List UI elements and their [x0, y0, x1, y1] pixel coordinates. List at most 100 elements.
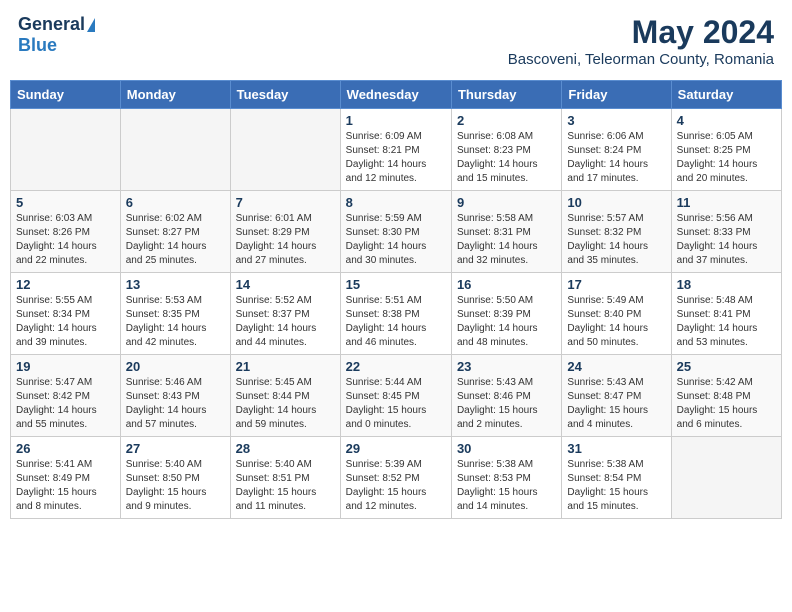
day-number: 22: [346, 359, 446, 374]
logo-triangle-icon: [87, 18, 95, 32]
calendar-cell: 15Sunrise: 5:51 AM Sunset: 8:38 PM Dayli…: [340, 273, 451, 355]
day-number: 26: [16, 441, 115, 456]
calendar-week-row: 26Sunrise: 5:41 AM Sunset: 8:49 PM Dayli…: [11, 437, 782, 519]
day-info: Sunrise: 5:40 AM Sunset: 8:50 PM Dayligh…: [126, 458, 225, 514]
day-info: Sunrise: 5:59 AM Sunset: 8:30 PM Dayligh…: [346, 212, 446, 268]
calendar-cell: [11, 109, 121, 191]
calendar-cell: 9 Sunrise: 5:58 AM Sunset: 8:31 PM Daylig…: [451, 191, 561, 273]
day-number: 29: [346, 441, 446, 456]
logo-general: General: [18, 14, 85, 35]
calendar-cell: 18Sunrise: 5:48 AM Sunset: 8:41 PM Dayli…: [671, 273, 781, 355]
calendar-week-row: 1 Sunrise: 6:09 AM Sunset: 8:21 PM Daylig…: [11, 109, 782, 191]
calendar-cell: 11 Sunrise: 5:56 AM Sunset: 8:33 PM Dayli…: [671, 191, 781, 273]
day-info: Sunrise: 6:02 AM Sunset: 8:27 PM Dayligh…: [126, 212, 225, 268]
day-info: Sunrise: 5:44 AM Sunset: 8:45 PM Dayligh…: [346, 376, 446, 432]
day-number: 11: [677, 195, 776, 210]
day-number: 6: [126, 195, 225, 210]
day-number: 8: [346, 195, 446, 210]
calendar-cell: 31 Sunrise: 5:38 AM Sunset: 8:54 PM Dayli…: [562, 437, 671, 519]
column-header-tuesday: Tuesday: [230, 81, 340, 109]
calendar-cell: 19 Sunrise: 5:47 AM Sunset: 8:42 PM Dayli…: [11, 355, 121, 437]
calendar-cell: 25 Sunrise: 5:42 AM Sunset: 8:48 PM Dayli…: [671, 355, 781, 437]
day-info: Sunrise: 5:49 AM Sunset: 8:40 PM Dayligh…: [567, 294, 665, 350]
calendar-cell: 28Sunrise: 5:40 AM Sunset: 8:51 PM Dayli…: [230, 437, 340, 519]
calendar-cell: 24Sunrise: 5:43 AM Sunset: 8:47 PM Dayli…: [562, 355, 671, 437]
calendar-cell: [671, 437, 781, 519]
day-info: Sunrise: 5:45 AM Sunset: 8:44 PM Dayligh…: [236, 376, 335, 432]
day-info: Sunrise: 6:09 AM Sunset: 8:21 PM Dayligh…: [346, 130, 446, 186]
day-info: Sunrise: 5:42 AM Sunset: 8:48 PM Dayligh…: [677, 376, 776, 432]
day-number: 12: [16, 277, 115, 292]
calendar-week-row: 5 Sunrise: 6:03 AM Sunset: 8:26 PM Daylig…: [11, 191, 782, 273]
day-info: Sunrise: 5:56 AM Sunset: 8:33 PM Dayligh…: [677, 212, 776, 268]
day-info: Sunrise: 5:47 AM Sunset: 8:42 PM Dayligh…: [16, 376, 115, 432]
day-number: 5: [16, 195, 115, 210]
day-info: Sunrise: 5:57 AM Sunset: 8:32 PM Dayligh…: [567, 212, 665, 268]
calendar-cell: 6 Sunrise: 6:02 AM Sunset: 8:27 PM Daylig…: [120, 191, 230, 273]
day-info: Sunrise: 5:38 AM Sunset: 8:53 PM Dayligh…: [457, 458, 556, 514]
day-number: 17: [567, 277, 665, 292]
day-number: 20: [126, 359, 225, 374]
calendar-cell: 10 Sunrise: 5:57 AM Sunset: 8:32 PM Dayli…: [562, 191, 671, 273]
calendar-cell: 30 Sunrise: 5:38 AM Sunset: 8:53 PM Dayli…: [451, 437, 561, 519]
day-number: 3: [567, 113, 665, 128]
day-number: 16: [457, 277, 556, 292]
day-info: Sunrise: 6:05 AM Sunset: 8:25 PM Dayligh…: [677, 130, 776, 186]
day-number: 21: [236, 359, 335, 374]
calendar-cell: 17 Sunrise: 5:49 AM Sunset: 8:40 PM Dayli…: [562, 273, 671, 355]
day-info: Sunrise: 5:39 AM Sunset: 8:52 PM Dayligh…: [346, 458, 446, 514]
day-info: Sunrise: 5:53 AM Sunset: 8:35 PM Dayligh…: [126, 294, 225, 350]
month-title: May 2024: [508, 14, 774, 51]
calendar-cell: 5 Sunrise: 6:03 AM Sunset: 8:26 PM Daylig…: [11, 191, 121, 273]
column-header-friday: Friday: [562, 81, 671, 109]
day-info: Sunrise: 5:38 AM Sunset: 8:54 PM Dayligh…: [567, 458, 665, 514]
day-info: Sunrise: 5:58 AM Sunset: 8:31 PM Dayligh…: [457, 212, 556, 268]
day-info: Sunrise: 6:03 AM Sunset: 8:26 PM Dayligh…: [16, 212, 115, 268]
calendar-cell: 3 Sunrise: 6:06 AM Sunset: 8:24 PM Daylig…: [562, 109, 671, 191]
day-number: 25: [677, 359, 776, 374]
day-info: Sunrise: 5:51 AM Sunset: 8:38 PM Dayligh…: [346, 294, 446, 350]
calendar-cell: 26Sunrise: 5:41 AM Sunset: 8:49 PM Dayli…: [11, 437, 121, 519]
day-info: Sunrise: 5:52 AM Sunset: 8:37 PM Dayligh…: [236, 294, 335, 350]
calendar-cell: [120, 109, 230, 191]
day-info: Sunrise: 6:01 AM Sunset: 8:29 PM Dayligh…: [236, 212, 335, 268]
calendar-cell: [230, 109, 340, 191]
day-number: 19: [16, 359, 115, 374]
day-number: 7: [236, 195, 335, 210]
day-number: 18: [677, 277, 776, 292]
calendar-table: SundayMondayTuesdayWednesdayThursdayFrid…: [10, 80, 782, 519]
calendar-cell: 8 Sunrise: 5:59 AM Sunset: 8:30 PM Daylig…: [340, 191, 451, 273]
day-number: 23: [457, 359, 556, 374]
column-header-saturday: Saturday: [671, 81, 781, 109]
logo-blue: Blue: [18, 35, 57, 55]
day-number: 9: [457, 195, 556, 210]
day-number: 30: [457, 441, 556, 456]
calendar-cell: 2 Sunrise: 6:08 AM Sunset: 8:23 PM Daylig…: [451, 109, 561, 191]
day-info: Sunrise: 5:46 AM Sunset: 8:43 PM Dayligh…: [126, 376, 225, 432]
day-number: 28: [236, 441, 335, 456]
calendar-cell: 22 Sunrise: 5:44 AM Sunset: 8:45 PM Dayli…: [340, 355, 451, 437]
day-number: 27: [126, 441, 225, 456]
day-number: 31: [567, 441, 665, 456]
day-info: Sunrise: 5:43 AM Sunset: 8:46 PM Dayligh…: [457, 376, 556, 432]
calendar-header-row: SundayMondayTuesdayWednesdayThursdayFrid…: [11, 81, 782, 109]
calendar-cell: 16Sunrise: 5:50 AM Sunset: 8:39 PM Dayli…: [451, 273, 561, 355]
calendar-cell: 21 Sunrise: 5:45 AM Sunset: 8:44 PM Dayli…: [230, 355, 340, 437]
day-info: Sunrise: 6:08 AM Sunset: 8:23 PM Dayligh…: [457, 130, 556, 186]
day-number: 4: [677, 113, 776, 128]
day-number: 10: [567, 195, 665, 210]
calendar-cell: 23 Sunrise: 5:43 AM Sunset: 8:46 PM Dayli…: [451, 355, 561, 437]
day-number: 2: [457, 113, 556, 128]
calendar-cell: 12Sunrise: 5:55 AM Sunset: 8:34 PM Dayli…: [11, 273, 121, 355]
calendar-week-row: 19 Sunrise: 5:47 AM Sunset: 8:42 PM Dayli…: [11, 355, 782, 437]
day-info: Sunrise: 6:06 AM Sunset: 8:24 PM Dayligh…: [567, 130, 665, 186]
calendar-cell: 7 Sunrise: 6:01 AM Sunset: 8:29 PM Daylig…: [230, 191, 340, 273]
day-number: 1: [346, 113, 446, 128]
day-number: 14: [236, 277, 335, 292]
day-number: 24: [567, 359, 665, 374]
column-header-thursday: Thursday: [451, 81, 561, 109]
title-block: May 2024 Bascoveni, Teleorman County, Ro…: [508, 14, 774, 68]
day-number: 13: [126, 277, 225, 292]
calendar-cell: 4 Sunrise: 6:05 AM Sunset: 8:25 PM Daylig…: [671, 109, 781, 191]
calendar-cell: 29 Sunrise: 5:39 AM Sunset: 8:52 PM Dayli…: [340, 437, 451, 519]
